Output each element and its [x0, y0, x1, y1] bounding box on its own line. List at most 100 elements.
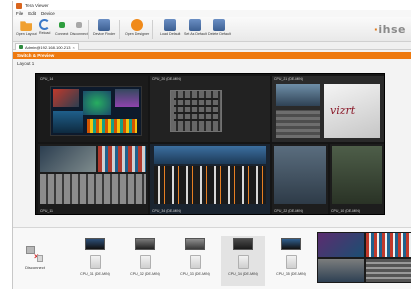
disconnect-target[interactable]: × Disconnect: [23, 246, 47, 270]
load-default-button[interactable]: Load Default: [160, 19, 180, 36]
disconnect-button[interactable]: Disconnect: [70, 19, 88, 36]
disconnect-target-label: Disconnect: [25, 265, 45, 270]
menu-edit[interactable]: Edit: [28, 11, 36, 16]
set-as-default-button[interactable]: Set As Default: [184, 19, 207, 36]
delete-default-button[interactable]: Delete Default: [208, 19, 231, 36]
folder-icon: [20, 21, 33, 31]
wall-screen-grid: [174, 96, 218, 126]
wall-cell-cpu-11[interactable]: CPU_11: [38, 144, 148, 214]
cpu-tower-icon: [89, 255, 101, 269]
wall-screen-image: [40, 174, 146, 204]
menu-file[interactable]: File: [16, 11, 23, 16]
load-default-icon: [164, 19, 177, 31]
cpu-label: CPU_32 (DE-MIN): [130, 272, 160, 276]
cpu-tower-icon: [139, 255, 151, 269]
logo-text: ihse: [378, 23, 406, 36]
wall-screen-image: [332, 146, 382, 204]
wall-cell-cpu-34[interactable]: CPU_34 (DE-MIN): [150, 144, 270, 214]
connect-icon: [58, 22, 65, 28]
cpu-tile[interactable]: CPU_33 (DE-MIN): [173, 236, 217, 286]
toolbar: Open Layout Reload Connect Disconnect De…: [13, 17, 411, 42]
cpu-tile-selected[interactable]: CPU_34 (DE-MIN): [221, 236, 265, 286]
load-default-label: Load Default: [160, 32, 181, 36]
monitor-icon: [135, 238, 155, 250]
designer-icon: [131, 19, 144, 31]
wall-cell-cpu-14[interactable]: CPU_14: [38, 76, 148, 142]
switch-preview-bar: Switch & Preview: [13, 52, 411, 59]
monitor-icon: [185, 238, 205, 250]
cpu-label: CPU_34 (DE-MIN): [228, 272, 258, 276]
cpu-label: CPU_35 (DE-MIN): [276, 272, 306, 276]
set-default-icon: [189, 19, 202, 31]
open-designer-button[interactable]: Open Designer: [125, 19, 149, 36]
cpu-tile[interactable]: CPU_35 (DE-MIN): [269, 236, 313, 286]
wall-screen-image: [276, 84, 320, 106]
cpu-tile[interactable]: CPU_31 (DE-MIN): [73, 236, 117, 286]
cell-label: CPU_21 (DE-MIN): [274, 77, 303, 81]
title-bar: Tera Viewer: [13, 1, 411, 10]
open-designer-label: Open Designer: [125, 32, 150, 36]
section-title: Switch & Preview: [17, 53, 55, 58]
vizrt-screen: vizrt: [324, 84, 380, 138]
device-finder-label: Device Finder: [93, 32, 116, 36]
mixer-screen: [154, 166, 266, 204]
toolbar-separator: [119, 20, 120, 39]
wall-cell-cpu-22[interactable]: CPU_22 (DE-MIN): [272, 144, 328, 214]
device-finder-button[interactable]: Device Finder: [93, 19, 115, 36]
set-as-default-label: Set As Default: [184, 32, 207, 36]
wall-cell-cpu-21[interactable]: CPU_21 (DE-MIN) vizrt: [272, 76, 384, 142]
cpu-tile[interactable]: CPU_32 (DE-MIN): [123, 236, 167, 286]
device-finder-icon: [98, 19, 111, 31]
tab-label: Admin@192.168.100.213: [25, 44, 71, 50]
monitor-icon: [85, 238, 105, 250]
close-icon[interactable]: ×: [72, 45, 74, 50]
video-wall[interactable]: CPU_14 CPU_20 (DE-MIN) CPU_21 (DE-MIN) v…: [35, 73, 385, 215]
cell-label: CPU_34 (DE-MIN): [152, 209, 181, 213]
toolbar-separator: [152, 20, 153, 39]
connection-icon: [19, 45, 23, 49]
delete-default-label: Delete Default: [208, 32, 231, 36]
monitor-icon: [233, 238, 253, 250]
cell-label: CPU_14: [40, 77, 54, 81]
menu-device[interactable]: Device: [41, 11, 55, 16]
wall-screen-image: [154, 146, 266, 164]
wall-cell-cpu-10[interactable]: CPU_10 (DE-MIN): [330, 144, 384, 214]
live-preview: [317, 232, 411, 283]
cell-label: CPU_20 (DE-MIN): [152, 77, 181, 81]
disconnect-icon: [75, 22, 82, 28]
open-layout-label: Open Layout: [16, 32, 37, 36]
disconnect-icon: ×: [26, 246, 44, 262]
reload-icon: [39, 19, 51, 30]
wall-screen-image: [40, 146, 96, 172]
wall-screen-image: [276, 110, 320, 138]
cpu-tower-icon: [189, 255, 201, 269]
cpu-selector-panel: × Disconnect CPU_31 (DE-MIN) CPU_32 (DE-…: [13, 227, 411, 289]
layout-name: Layout 1: [17, 61, 35, 66]
reload-button[interactable]: Reload: [39, 19, 50, 35]
wall-screen-image: [50, 86, 142, 136]
connect-label: Connect: [55, 32, 69, 36]
cell-label: CPU_10 (DE-MIN): [331, 209, 360, 213]
disconnect-label: Disconnect: [70, 32, 88, 36]
connect-button[interactable]: Connect: [55, 19, 68, 36]
delete-default-icon: [213, 19, 226, 31]
tab-bar: Admin@192.168.100.213 ×: [13, 42, 411, 50]
tab-admin-session[interactable]: Admin@192.168.100.213 ×: [15, 43, 79, 50]
window-title: Tera Viewer: [25, 3, 49, 8]
tera-viewer-window: Tera Viewer File Edit Device Open Layout…: [12, 1, 411, 289]
cell-label: CPU_22 (DE-MIN): [274, 209, 303, 213]
cpu-label: CPU_33 (DE-MIN): [180, 272, 210, 276]
wall-cell-cpu-20[interactable]: CPU_20 (DE-MIN): [150, 76, 270, 142]
vizrt-text: vizrt: [330, 104, 356, 117]
wall-screen-image: [274, 146, 326, 204]
app-icon: [16, 2, 22, 9]
cpu-tower-icon: [285, 255, 297, 269]
cpu-tower-icon: [237, 255, 249, 269]
open-layout-button[interactable]: Open Layout: [16, 19, 37, 36]
wall-screen-image: [98, 146, 146, 172]
cell-label: CPU_11: [40, 209, 53, 213]
menu-bar: File Edit Device: [13, 10, 411, 17]
cpu-label: CPU_31 (DE-MIN): [80, 272, 110, 276]
monitor-icon: [281, 238, 301, 250]
reload-label: Reload: [39, 31, 51, 35]
